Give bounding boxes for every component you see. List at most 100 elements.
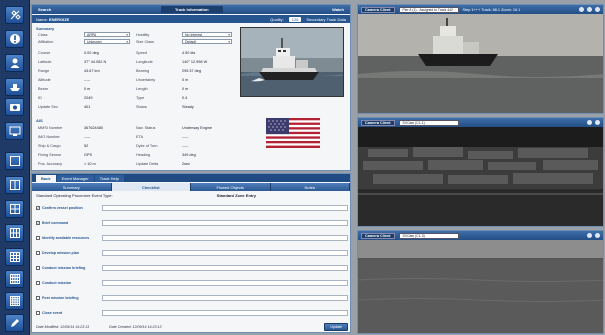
layout-large-grid-icon[interactable] xyxy=(5,270,24,288)
camera-1-settings-icon[interactable] xyxy=(579,7,584,12)
field-label: Uncertainty xyxy=(136,78,156,82)
checklist-checkbox[interactable] xyxy=(36,266,40,270)
camera-2-tag: Camera Client xyxy=(361,119,395,126)
class-select[interactable]: ARPA xyxy=(84,32,130,37)
track-panel-title-bar: Search Track Information Watch xyxy=(32,5,350,14)
affiliation-label: Affiliation xyxy=(38,40,54,44)
layout-quad-icon[interactable] xyxy=(5,200,24,218)
quality-value: 120 xyxy=(288,16,302,22)
ais-heading: AIS xyxy=(36,118,43,123)
checklist-notes-field[interactable] xyxy=(102,295,348,301)
event-manager-panel: Back Event Manager Track Help Summary Ch… xyxy=(31,173,351,333)
field-value: 37° 44.052 N xyxy=(84,60,107,64)
field-value: 401 xyxy=(84,105,91,109)
camera-icon[interactable] xyxy=(5,98,24,116)
checklist-notes-field[interactable] xyxy=(102,280,348,286)
procedure-value: Standard Zone Entry xyxy=(216,193,256,198)
camera-1-video[interactable] xyxy=(358,14,603,113)
checklist-checkbox[interactable] xyxy=(36,311,40,315)
checklist-notes-field[interactable] xyxy=(102,265,348,271)
size-class-select[interactable]: Default xyxy=(182,39,232,44)
checklist-checkbox[interactable] xyxy=(36,281,40,285)
camera-1-source-select[interactable]: Pier 8 (1) - Assigned to Track 442 xyxy=(398,6,459,13)
field-label: Heading xyxy=(136,153,151,157)
checklist-notes-field[interactable] xyxy=(102,205,348,211)
camera-1-refresh-icon[interactable] xyxy=(587,7,592,12)
tab-back[interactable]: Back xyxy=(36,175,56,182)
person-icon[interactable] xyxy=(5,54,24,72)
satellite-icon[interactable] xyxy=(5,6,24,24)
checklist-notes-field[interactable] xyxy=(102,250,348,256)
hostility-label: Hostility xyxy=(136,33,150,37)
edit-icon[interactable] xyxy=(5,314,24,332)
affiliation-select[interactable]: Unknown xyxy=(84,39,130,44)
layout-max-grid-icon[interactable] xyxy=(5,292,24,310)
camera-feed-2: Camera Client SVCam (C1-1) xyxy=(357,117,604,227)
camera-1-close-icon[interactable] xyxy=(595,7,600,12)
camera-3-close-icon[interactable] xyxy=(595,233,600,238)
field-label: Nav. Status xyxy=(136,126,156,130)
field-label: Beam xyxy=(38,87,48,91)
track-name-bar: Name: ENERGIZE Quality: 120 Secondary Tr… xyxy=(32,15,350,23)
field-value: Steady xyxy=(182,105,194,109)
summary-heading: Summary xyxy=(36,26,55,31)
quality-label: Quality: xyxy=(270,16,284,22)
checklist-checkbox[interactable] xyxy=(36,251,40,255)
checklist-item-label: Conduct mission xyxy=(42,281,72,285)
checklist-notes-field[interactable] xyxy=(102,220,348,226)
alert-icon[interactable] xyxy=(5,30,24,48)
update-button[interactable]: Update xyxy=(324,322,348,331)
field-label: Fixing Sensor xyxy=(38,153,62,157)
hostility-select[interactable]: No Interest xyxy=(182,32,232,37)
camera-3-settings-icon[interactable] xyxy=(587,233,592,238)
field-label: Pos. Accuracy xyxy=(38,162,63,166)
field-value: 0.4 xyxy=(182,96,188,100)
field-label: ID xyxy=(38,96,42,100)
camera-2-settings-icon[interactable] xyxy=(587,120,592,125)
camera-2-video[interactable] xyxy=(358,127,603,226)
layout-grid-icon[interactable] xyxy=(5,224,24,242)
tab-track-help[interactable]: Track Help xyxy=(94,175,124,182)
layout-split-icon[interactable] xyxy=(5,176,24,194)
track-information-title: Track Information xyxy=(160,6,223,13)
camera-3-video[interactable] xyxy=(358,240,603,333)
tab-flowed-objects[interactable]: Flowed Objects xyxy=(191,183,271,191)
layout-nine-icon[interactable] xyxy=(5,248,24,266)
tab-checklist[interactable]: Checklist xyxy=(111,183,191,191)
checklist-item-label: Identify available resources xyxy=(42,236,90,240)
checklist-checkbox[interactable] xyxy=(36,296,40,300)
field-label: IMO Number xyxy=(38,135,60,139)
field-value: ----- xyxy=(182,135,189,139)
tab-notes[interactable]: Notes xyxy=(270,183,350,191)
tab-event-manager[interactable]: Event Manager xyxy=(56,175,94,182)
field-value: 2049 xyxy=(84,96,93,100)
procedure-label: Standard Operating Procedure Event Type: xyxy=(36,193,113,198)
camera-feed-3: Camera Client SVCam (C1-3) xyxy=(357,230,604,334)
search-tab[interactable]: Search xyxy=(38,7,51,12)
layout-single-icon[interactable] xyxy=(5,152,24,170)
tab-summary[interactable]: Summary xyxy=(32,183,112,191)
field-value: 0 m xyxy=(182,78,189,82)
camera-3-source-select[interactable]: SVCam (C1-3) xyxy=(398,232,459,239)
field-value: > 10 m xyxy=(84,162,96,166)
checklist-notes-field[interactable] xyxy=(102,310,348,316)
field-value: 43.67 km xyxy=(84,69,100,73)
monitor-icon[interactable] xyxy=(5,122,24,140)
field-label: Bearing xyxy=(136,69,150,73)
checklist-item: Develop mission plan xyxy=(36,249,348,257)
watch-tab[interactable]: Watch xyxy=(332,7,344,12)
name-label: Name: xyxy=(36,16,48,22)
date-modified: Date Modified: 12/09/14 14:23:13 xyxy=(36,324,90,329)
field-value: ----- xyxy=(84,78,91,82)
checklist-checkbox[interactable] xyxy=(36,236,40,240)
field-value: ----- xyxy=(182,144,189,148)
secondary-track-data-link[interactable]: Secondary Track Data xyxy=(306,17,346,22)
camera-2-source-select[interactable]: SVCam (C1-1) xyxy=(398,119,459,126)
camera-2-close-icon[interactable] xyxy=(595,120,600,125)
checklist-notes-field[interactable] xyxy=(102,235,348,241)
field-label: Altitude xyxy=(38,78,51,82)
checklist-checkbox[interactable]: ✓ xyxy=(36,206,40,210)
vessel-icon[interactable] xyxy=(5,78,24,96)
checklist-checkbox[interactable]: ✓ xyxy=(36,221,40,225)
checklist-item: Identify available resources xyxy=(36,234,348,242)
